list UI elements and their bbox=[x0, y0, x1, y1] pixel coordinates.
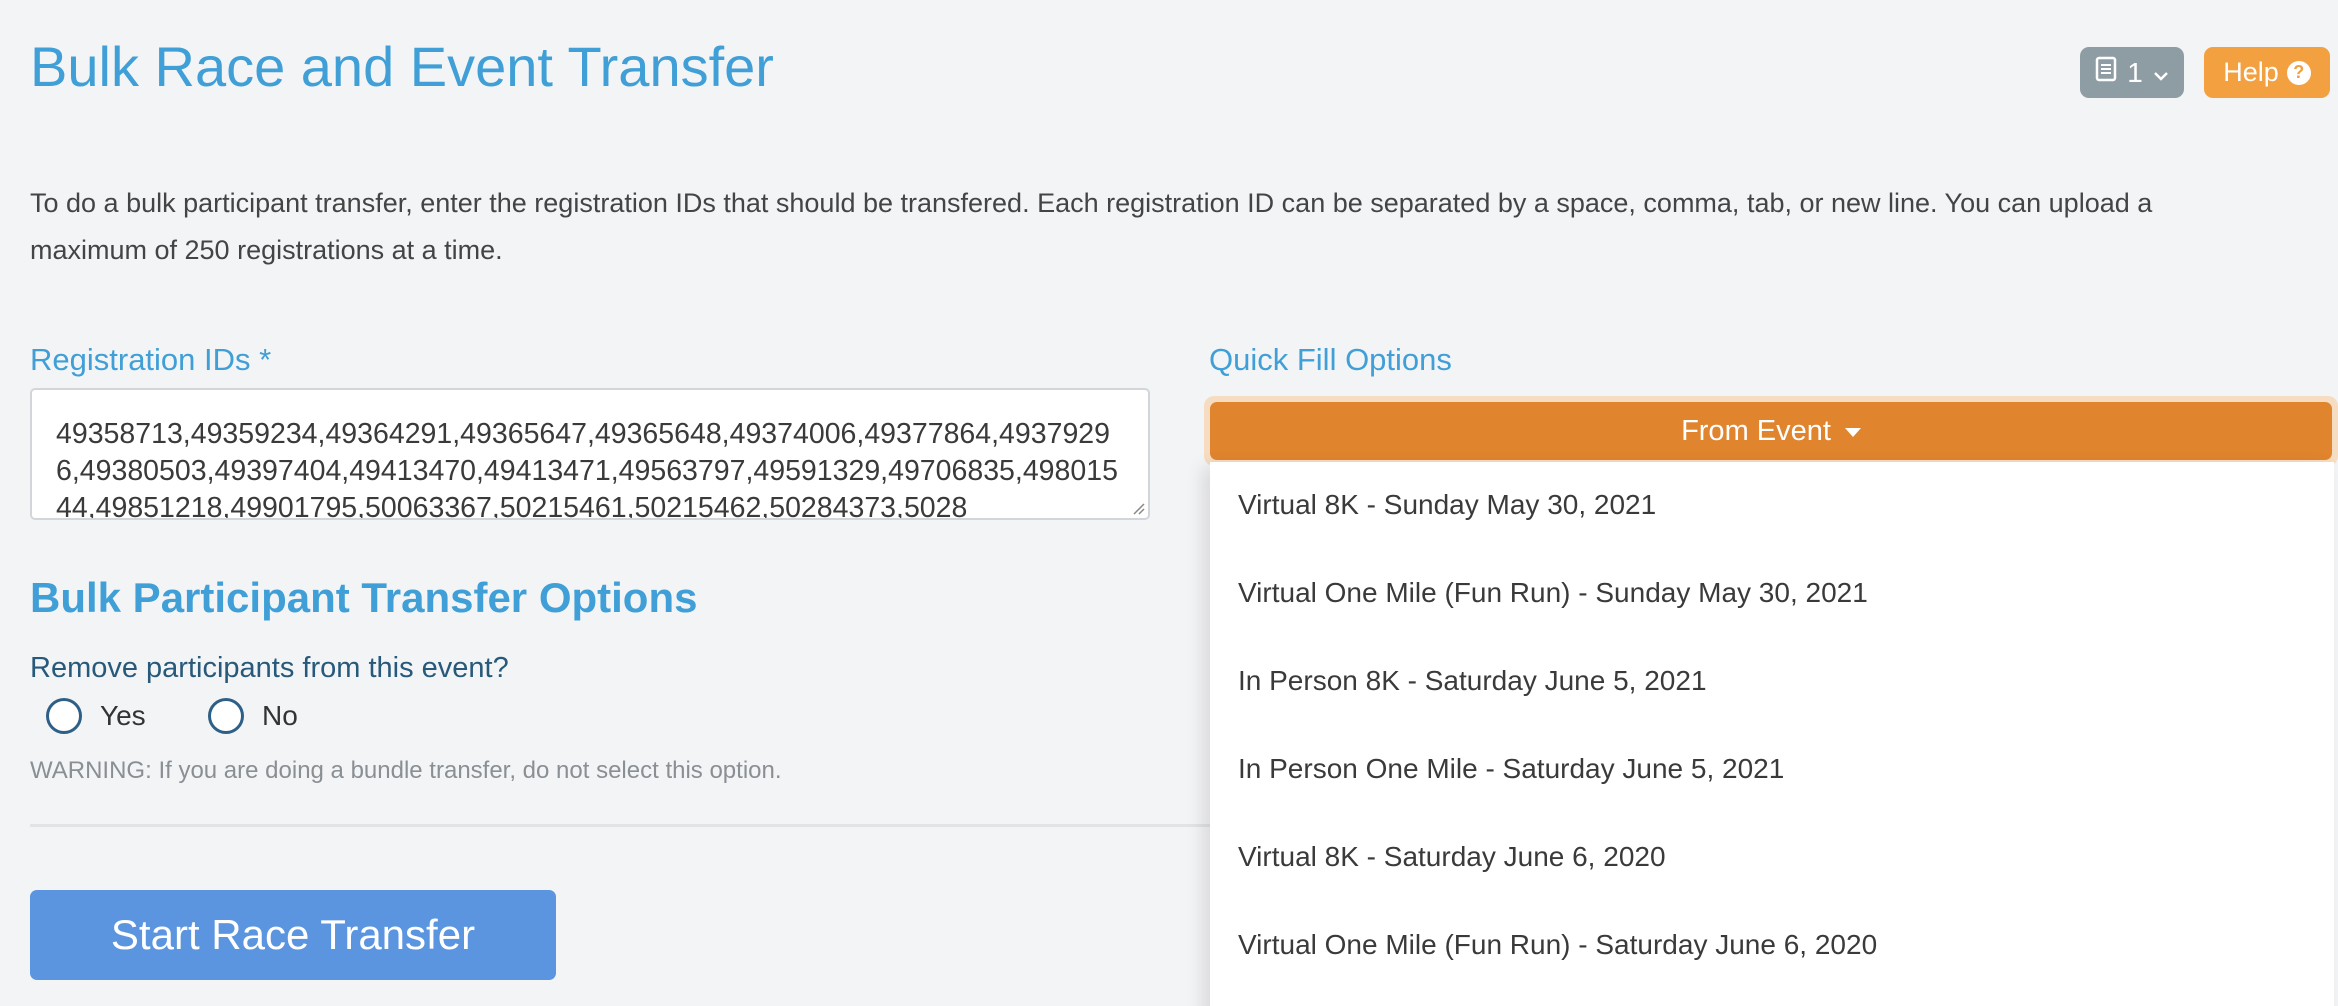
page: Bulk Race and Event Transfer 1 Help ? To… bbox=[0, 0, 2338, 1006]
dropdown-item[interactable]: Virtual One Mile (Fun Run) - Sunday May … bbox=[1238, 577, 1868, 609]
resize-handle-icon[interactable] bbox=[1131, 501, 1145, 515]
page-title: Bulk Race and Event Transfer bbox=[30, 35, 774, 98]
radio-no[interactable]: No bbox=[208, 698, 298, 734]
dropdown-item[interactable]: Virtual One Mile (Fun Run) - Saturday Ju… bbox=[1238, 929, 1877, 961]
registration-ids-textarea[interactable]: 49358713,49359234,49364291,49365647,4936… bbox=[30, 388, 1150, 520]
from-event-dropdown-button[interactable]: From Event bbox=[1210, 402, 2332, 460]
document-count: 1 bbox=[2127, 56, 2143, 88]
registration-ids-label: Registration IDs * bbox=[30, 342, 272, 377]
transfer-options-heading: Bulk Participant Transfer Options bbox=[30, 574, 698, 621]
dropdown-item[interactable]: Virtual 8K - Saturday June 6, 2020 bbox=[1238, 841, 1666, 873]
from-event-focus-ring: From Event bbox=[1204, 396, 2338, 466]
from-event-label: From Event bbox=[1681, 414, 1831, 447]
chevron-down-icon bbox=[2153, 57, 2169, 89]
quick-fill-options-label: Quick Fill Options bbox=[1209, 342, 1452, 377]
dropdown-item[interactable]: Virtual 8K - Sunday May 30, 2021 bbox=[1238, 489, 1656, 521]
document-icon bbox=[2095, 56, 2117, 89]
from-event-dropdown-menu: Virtual 8K - Sunday May 30, 2021 Virtual… bbox=[1210, 462, 2334, 1006]
radio-yes-label: Yes bbox=[100, 700, 146, 731]
radio-yes[interactable]: Yes bbox=[46, 698, 146, 734]
help-button[interactable]: Help ? bbox=[2204, 47, 2330, 98]
radio-yes-circle[interactable] bbox=[46, 698, 82, 734]
radio-no-circle[interactable] bbox=[208, 698, 244, 734]
question-circle-icon: ? bbox=[2286, 60, 2311, 85]
radio-no-label: No bbox=[262, 700, 298, 731]
dropdown-item[interactable]: In Person 8K - Saturday June 5, 2021 bbox=[1238, 665, 1707, 697]
start-race-transfer-button[interactable]: Start Race Transfer bbox=[30, 890, 556, 980]
documents-dropdown-button[interactable]: 1 bbox=[2080, 47, 2184, 98]
remove-participants-question: Remove participants from this event? bbox=[30, 652, 509, 684]
dropdown-item[interactable]: In Person One Mile - Saturday June 5, 20… bbox=[1238, 753, 1784, 785]
registration-ids-value: 49358713,49359234,49364291,49365647,4936… bbox=[56, 418, 1118, 520]
intro-text: To do a bulk participant transfer, enter… bbox=[30, 188, 2153, 265]
help-label: Help bbox=[2223, 57, 2279, 87]
divider bbox=[30, 824, 1220, 827]
bundle-transfer-warning: WARNING: If you are doing a bundle trans… bbox=[30, 757, 782, 784]
caret-down-icon bbox=[1844, 427, 1861, 437]
